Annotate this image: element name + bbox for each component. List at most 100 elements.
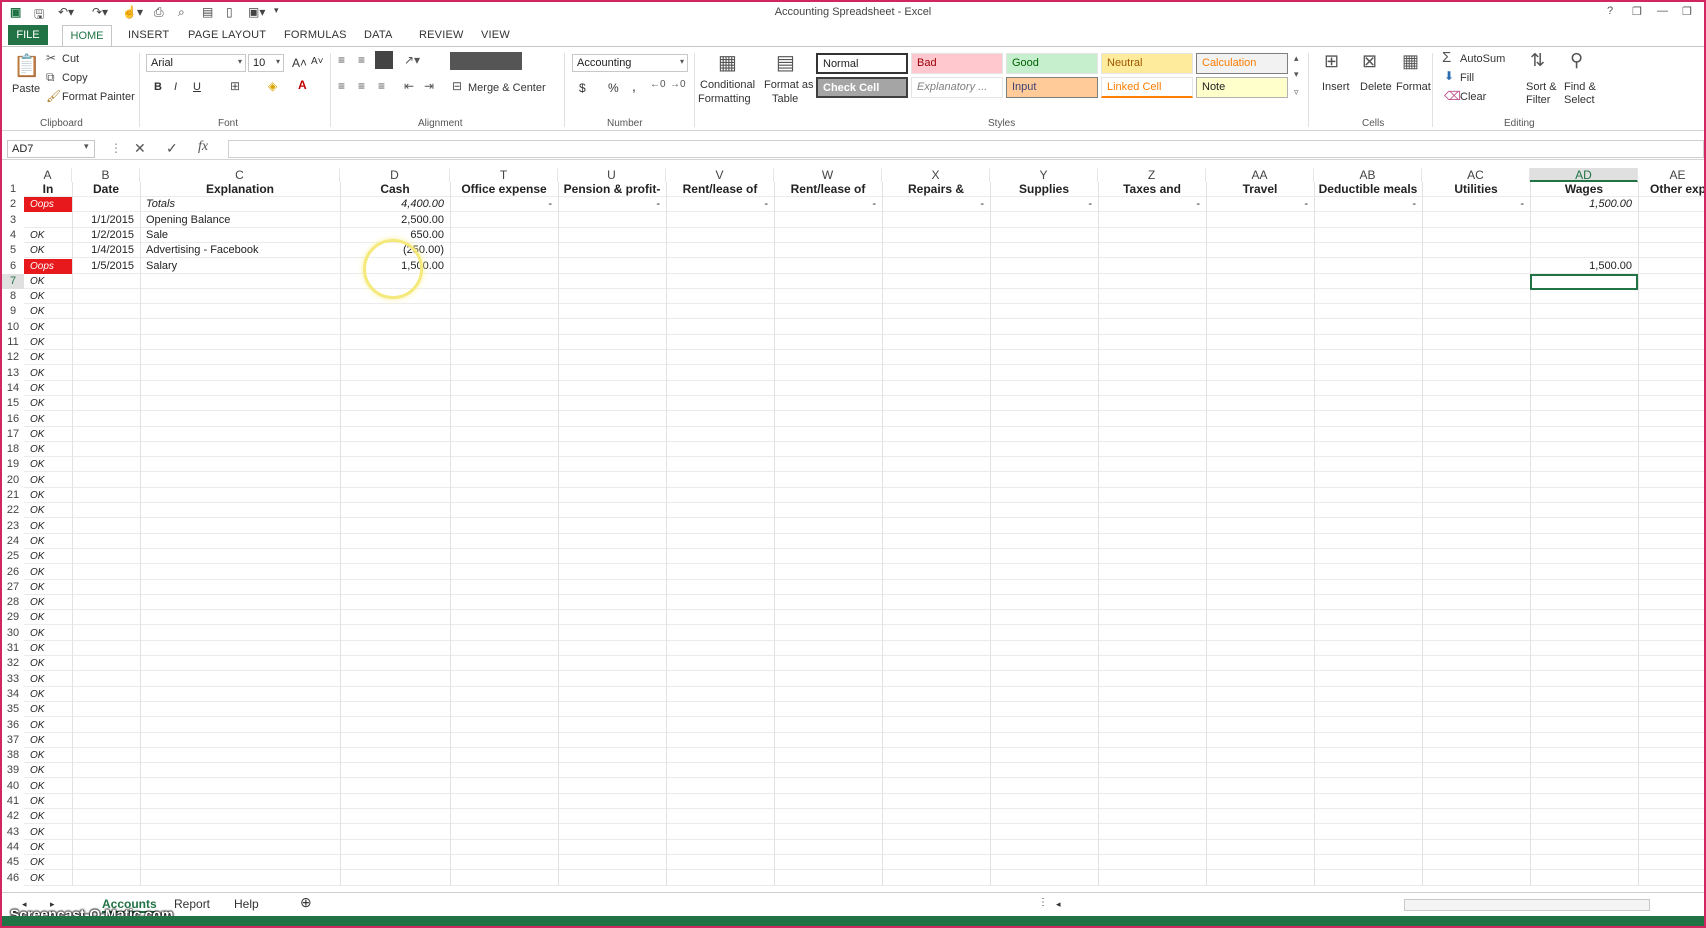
sort-filter-button[interactable]: Sort & <box>1526 81 1557 93</box>
column-title-ae[interactable]: Other exp <box>1638 182 1704 197</box>
row-header[interactable]: 13 <box>2 366 24 381</box>
status-flag[interactable]: OK <box>24 488 72 503</box>
cancel-icon[interactable]: ✕ <box>134 140 146 157</box>
status-flag[interactable]: OK <box>24 656 72 671</box>
status-flag[interactable]: OK <box>24 503 72 518</box>
status-flag[interactable]: OK <box>24 733 72 748</box>
column-header[interactable]: T <box>450 168 558 182</box>
column-title-explanation[interactable]: Explanation <box>140 182 340 197</box>
align-bottom-icon[interactable] <box>375 51 393 69</box>
row-header[interactable]: 44 <box>2 840 24 855</box>
autosum-icon[interactable]: Σ <box>1442 49 1451 66</box>
status-flag[interactable]: OK <box>24 855 72 870</box>
totals-cash[interactable]: 4,400.00 <box>340 197 450 212</box>
increase-font-icon[interactable]: A˄ <box>292 56 307 70</box>
row-header[interactable]: 8 <box>2 289 24 304</box>
date-cell[interactable]: 1/2/2015 <box>72 228 140 243</box>
row-header[interactable]: 42 <box>2 809 24 824</box>
tab-page-layout[interactable]: PAGE LAYOUT <box>188 29 266 41</box>
totals-dash[interactable]: - <box>1206 197 1314 212</box>
row-header[interactable]: 29 <box>2 610 24 625</box>
row-header[interactable]: 2 <box>2 197 24 212</box>
cash-cell[interactable]: 2,500.00 <box>340 213 450 228</box>
row-header[interactable]: 15 <box>2 396 24 411</box>
totals-dash[interactable]: - <box>1098 197 1206 212</box>
name-box[interactable]: AD7 <box>7 140 95 158</box>
status-flag[interactable]: OK <box>24 580 72 595</box>
paste-icon[interactable]: 📋 <box>13 53 40 79</box>
totals-dash[interactable]: - <box>990 197 1098 212</box>
status-flag[interactable]: OK <box>24 519 72 534</box>
currency-button[interactable]: $ <box>579 81 586 95</box>
increase-indent-icon[interactable]: ⇥ <box>424 79 434 93</box>
clear-icon[interactable]: ⌫ <box>1444 89 1461 103</box>
tab-formulas[interactable]: FORMULAS <box>284 29 347 41</box>
styles-scroll-up-icon[interactable]: ▴ <box>1294 53 1299 64</box>
explanation-cell[interactable]: Opening Balance <box>140 213 340 228</box>
status-flag[interactable]: OK <box>24 534 72 549</box>
status-flag[interactable]: OK <box>24 840 72 855</box>
column-title-date[interactable]: Date <box>72 182 140 197</box>
column-header[interactable]: C <box>140 168 340 182</box>
totals-label[interactable]: Totals <box>140 197 340 212</box>
column-header[interactable]: W <box>774 168 882 182</box>
totals-dash[interactable]: - <box>1422 197 1530 212</box>
row-header[interactable]: 30 <box>2 626 24 641</box>
column-header[interactable]: AC <box>1422 168 1530 182</box>
status-flag[interactable]: OK <box>24 610 72 625</box>
status-flag[interactable]: OK <box>24 763 72 778</box>
format-painter-button[interactable]: Format Painter <box>62 91 135 103</box>
status-flag[interactable]: OK <box>24 825 72 840</box>
format-cells-icon[interactable]: ▦ <box>1402 51 1419 72</box>
decrease-indent-icon[interactable]: ⇤ <box>404 79 414 93</box>
status-flag[interactable]: OK <box>24 794 72 809</box>
conditional-formatting-button[interactable]: Conditional <box>700 79 755 91</box>
autosum-button[interactable]: AutoSum <box>1460 53 1505 65</box>
totals-dash[interactable]: - <box>1314 197 1422 212</box>
sheet-tab-help[interactable]: Help <box>234 897 259 911</box>
explanation-cell[interactable]: Sale <box>140 228 340 243</box>
column-header[interactable]: AA <box>1206 168 1314 182</box>
column-header[interactable]: B <box>72 168 140 182</box>
row-header[interactable]: 12 <box>2 350 24 365</box>
date-cell[interactable]: 1/4/2015 <box>72 243 140 258</box>
row-header[interactable]: 41 <box>2 794 24 809</box>
style-linked-cell[interactable]: Linked Cell <box>1101 77 1193 98</box>
row-header[interactable]: 25 <box>2 549 24 564</box>
status-flag[interactable]: OK <box>24 549 72 564</box>
totals-dash[interactable]: - <box>882 197 990 212</box>
totals-dash[interactable]: - <box>558 197 666 212</box>
column-title-in[interactable]: In <box>24 182 72 197</box>
column-header[interactable]: D <box>340 168 450 182</box>
merge-center-button[interactable]: Merge & Center <box>468 82 546 94</box>
find-select-label2[interactable]: Select <box>1564 94 1595 106</box>
styles-more-icon[interactable]: ▿ <box>1294 87 1299 98</box>
styles-scroll-down-icon[interactable]: ▾ <box>1294 69 1299 80</box>
row-header[interactable]: 10 <box>2 320 24 335</box>
bold-button[interactable]: B <box>154 81 162 93</box>
column-header[interactable]: Y <box>990 168 1098 182</box>
ribbon-display-icon[interactable]: ❐ <box>1632 5 1642 18</box>
column-title-y[interactable]: Supplies <box>990 182 1098 197</box>
hscroll-left-icon[interactable]: ◂ <box>1056 899 1061 910</box>
row-header[interactable]: 1 <box>2 182 24 197</box>
fill-icon[interactable]: ⬇ <box>1444 69 1454 83</box>
status-flag[interactable]: OK <box>24 626 72 641</box>
status-flag[interactable]: OK <box>24 381 72 396</box>
status-flag[interactable]: OK <box>24 289 72 304</box>
copy-icon[interactable]: ⧉ <box>46 70 55 85</box>
italic-button[interactable]: I <box>174 81 177 93</box>
splitter-icon[interactable]: ⋮ <box>1038 897 1048 908</box>
underline-button[interactable]: U <box>193 81 201 93</box>
sheet-tab-report[interactable]: Report <box>174 897 210 911</box>
status-flag[interactable]: OK <box>24 228 72 243</box>
copy-button[interactable]: Copy <box>62 72 88 84</box>
selected-cell-outline[interactable] <box>1530 273 1638 291</box>
row-header[interactable]: 14 <box>2 381 24 396</box>
row-header[interactable]: 6 <box>2 259 24 274</box>
align-left-icon[interactable]: ≡ <box>338 79 345 93</box>
status-flag[interactable]: OK <box>24 442 72 457</box>
row-header[interactable]: 23 <box>2 519 24 534</box>
explanation-cell[interactable]: Salary <box>140 259 340 274</box>
column-title-t[interactable]: Office expense <box>450 182 558 197</box>
